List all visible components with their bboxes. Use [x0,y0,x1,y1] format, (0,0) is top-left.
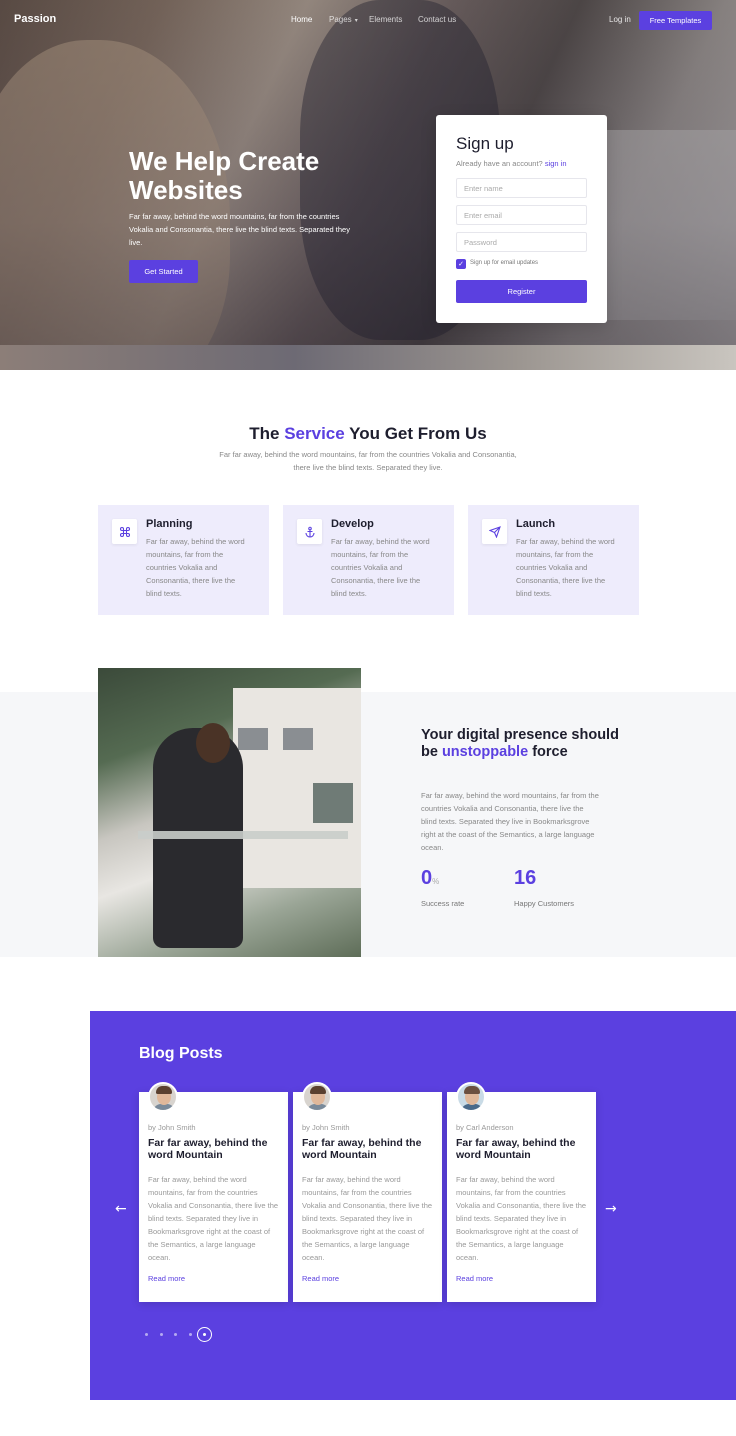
service-title: Launch [516,518,556,530]
services-title-post: You Get From Us [349,424,487,443]
stat-success-value: 0% [421,867,439,890]
stat-customers-value: 16 [514,867,536,890]
email-updates-label: Sign up for email updates [470,260,539,266]
hero-bottom-strip [0,345,736,370]
nav-elements[interactable]: Elements [369,15,402,24]
read-more-link[interactable]: Read more [456,1274,493,1283]
get-started-button[interactable]: Get Started [129,260,198,283]
blog-post-card: by Carl Anderson Far far away, behind th… [447,1082,596,1302]
blog-post-card: by John Smith Far far away, behind the w… [139,1082,288,1302]
photo-window [313,783,353,823]
avatar [456,1082,486,1112]
service-title: Develop [331,518,374,530]
have-account-text: Already have an account? [456,159,543,168]
signup-have-account: Already have an account? sign in [456,159,567,168]
send-icon [482,519,507,544]
name-input[interactable] [456,178,587,198]
photo-table [138,831,348,839]
service-text: Far far away, behind the word mountains,… [146,537,245,598]
post-excerpt: Far far away, behind the word mountains,… [148,1175,279,1262]
services-title: The Service You Get From Us [0,424,736,444]
services-title-pre: The [249,424,280,443]
free-templates-button[interactable]: Free Templates [639,11,712,30]
stat-suffix: % [432,877,440,886]
avatar-hair [310,1086,326,1094]
stat-value: 16 [514,867,537,889]
avatar-hair [156,1086,172,1094]
blog-post-card: by John Smith Far far away, behind the w… [293,1082,442,1302]
hero-section: Passion Home Pages ▾ Elements Contact us … [0,0,736,370]
stat-value: 0 [421,867,433,889]
avatar [302,1082,332,1112]
carousel-dot[interactable] [174,1333,177,1336]
signup-form: Sign up Already have an account? sign in… [436,115,607,323]
sign-in-link[interactable]: sign in [545,159,567,168]
hero-title: We Help Create Websites [129,146,320,205]
man-with-phone-photo [98,668,361,957]
service-card-develop: Develop Far far away, behind the word mo… [283,505,454,615]
post-title[interactable]: Far far away, behind the word Mountain [456,1137,586,1161]
email-input[interactable] [456,205,587,225]
service-card-planning: Planning Far far away, behind the word m… [98,505,269,615]
nav-home[interactable]: Home [291,15,312,24]
post-excerpt: Far far away, behind the word mountains,… [456,1175,587,1262]
arrow-right-icon[interactable]: → [605,1201,617,1217]
read-more-link[interactable]: Read more [148,1274,185,1283]
post-author: by John Smith [148,1123,196,1132]
stat-success-label: Success rate [421,899,465,908]
presence-title-post: force [532,743,568,760]
presence-title: Your digital presence should be unstoppa… [421,727,621,760]
login-link[interactable]: Log in [609,15,631,24]
post-author: by John Smith [302,1123,350,1132]
carousel-dot[interactable] [189,1333,192,1336]
blog-title: Blog Posts [139,1045,223,1062]
post-title[interactable]: Far far away, behind the word Mountain [302,1137,432,1161]
avatar-body [153,1104,175,1110]
register-button[interactable]: Register [456,280,587,303]
carousel-dot-active[interactable] [197,1327,212,1342]
nav-pages-label: Pages [329,15,352,24]
chevron-down-icon: ▾ [354,18,358,24]
service-text: Far far away, behind the word mountains,… [516,537,615,598]
services-subtitle: Far far away, behind the word mountains,… [219,450,517,472]
service-title: Planning [146,518,193,530]
read-more-link[interactable]: Read more [302,1274,339,1283]
nav-contact[interactable]: Contact us [418,15,456,24]
blog-section: Blog Posts ← → by John Smith Far far awa… [90,1011,736,1400]
services-title-highlight: Service [284,424,345,443]
brand-logo[interactable]: Passion [14,13,56,25]
service-text: Far far away, behind the word mountains,… [331,537,430,598]
carousel-dot[interactable] [145,1333,148,1336]
carousel-dot[interactable] [160,1333,163,1336]
avatar-body [307,1104,329,1110]
hero-text: Far far away, behind the word mountains,… [129,212,350,247]
service-card-launch: Launch Far far away, behind the word mou… [468,505,639,615]
password-input[interactable] [456,232,587,252]
post-excerpt: Far far away, behind the word mountains,… [302,1175,433,1262]
email-updates-checkbox[interactable]: ✓ [456,259,466,269]
avatar-body [461,1104,483,1110]
presence-text: Far far away, behind the word mountains,… [421,791,599,852]
avatar-hair [464,1086,480,1094]
photo-window [283,728,313,750]
nav-pages[interactable]: Pages ▾ [329,15,358,24]
anchor-icon [297,519,322,544]
photo-window [238,728,268,750]
presence-title-highlight: unstoppable [441,743,529,760]
post-title[interactable]: Far far away, behind the word Mountain [148,1137,278,1161]
arrow-left-icon[interactable]: ← [115,1201,127,1217]
photo-person-head [196,723,230,763]
command-icon [112,519,137,544]
avatar [148,1082,178,1112]
post-author: by Carl Anderson [456,1123,514,1132]
stat-customers-label: Happy Customers [514,899,575,908]
signup-title: Sign up [456,134,514,153]
